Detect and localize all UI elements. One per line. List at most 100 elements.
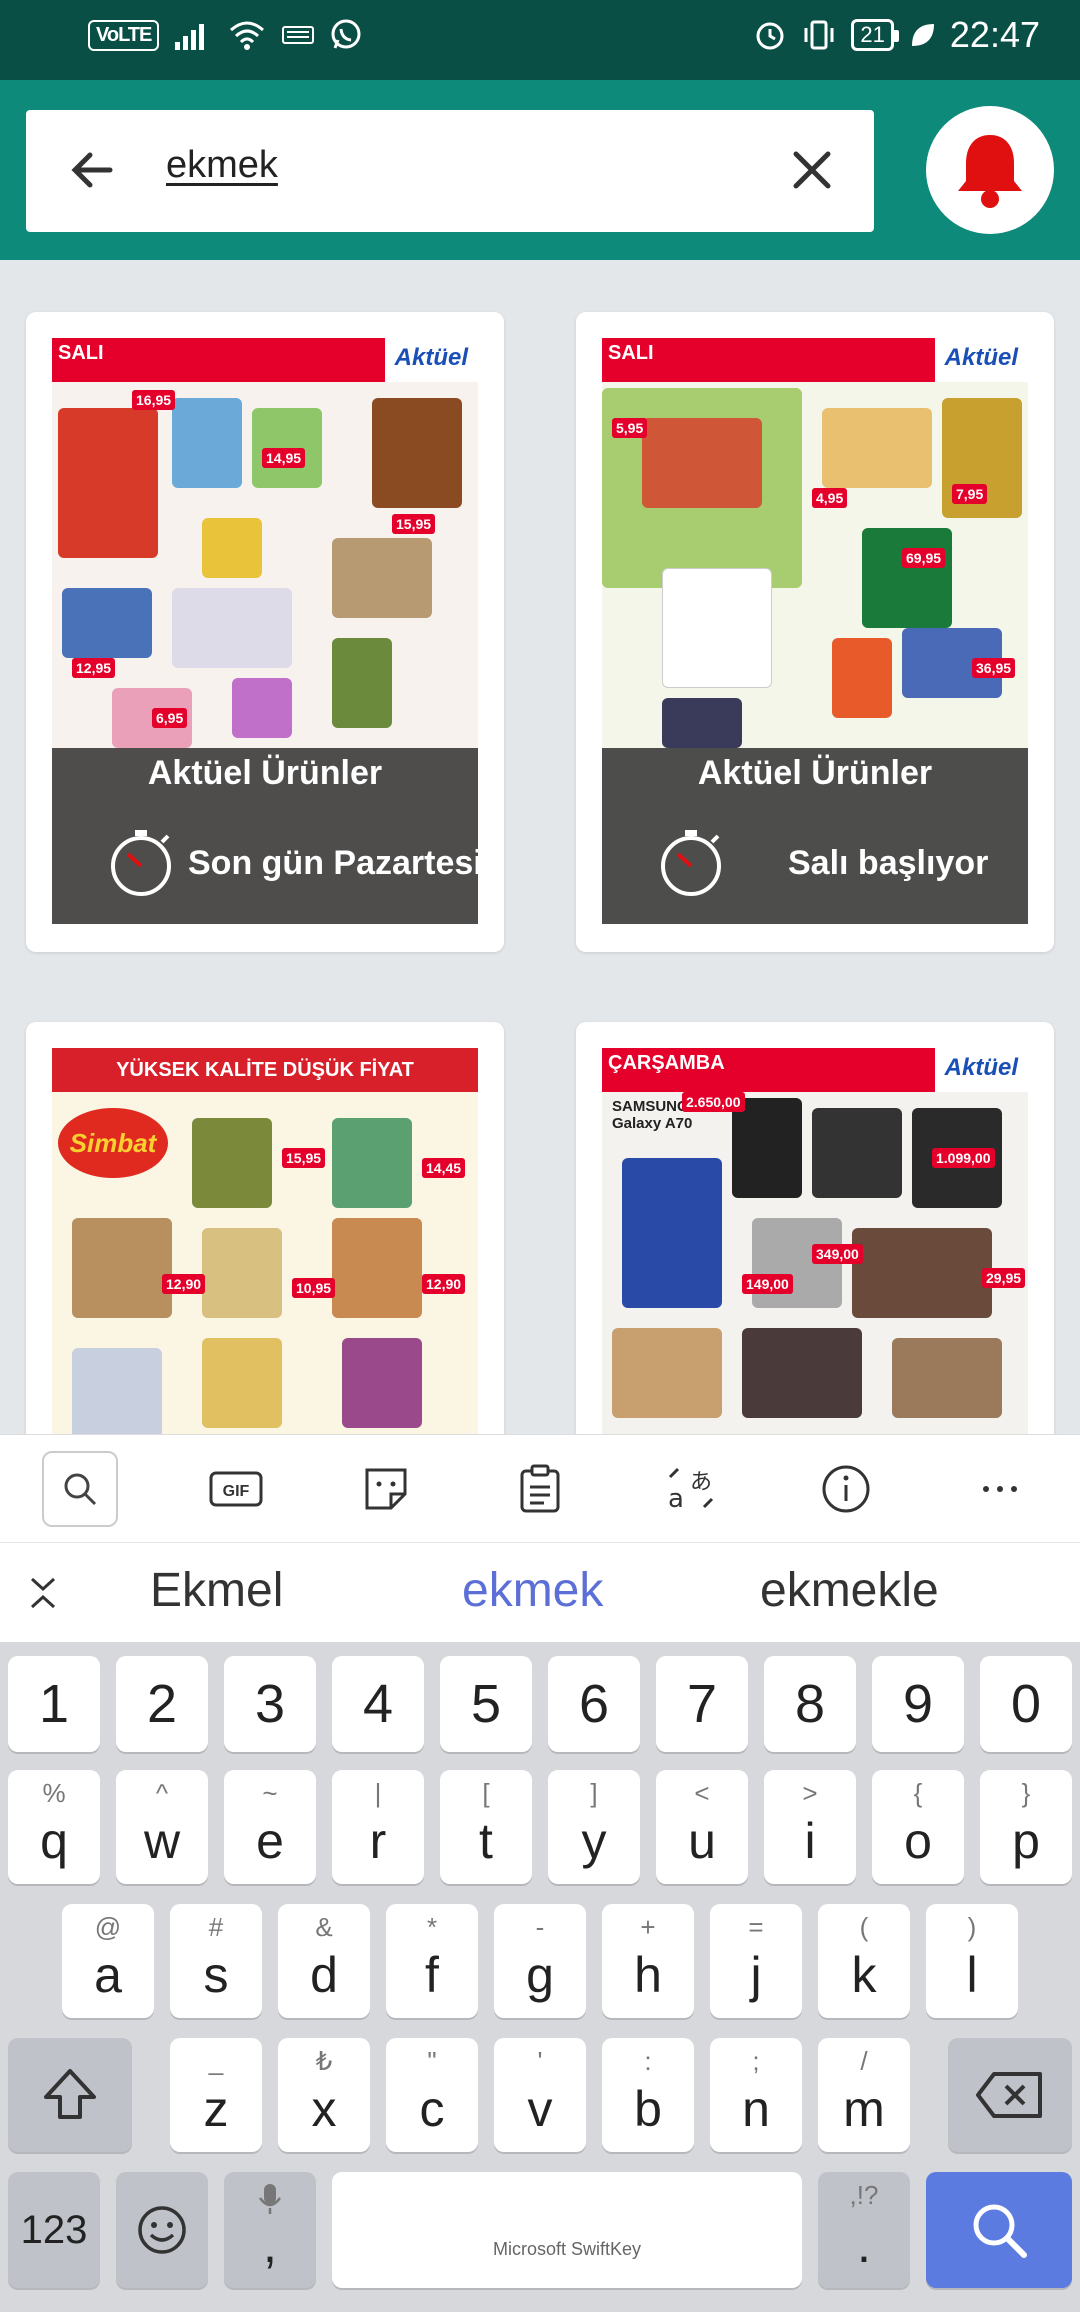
catalog-brand: Aktüel xyxy=(384,338,478,382)
key[interactable]: + h xyxy=(602,1904,694,2018)
more-button[interactable] xyxy=(970,1459,1030,1519)
keyboard-search-button[interactable] xyxy=(42,1451,118,1527)
leaf-icon xyxy=(911,24,934,46)
search-enter-key[interactable] xyxy=(926,2172,1072,2288)
suggestion[interactable]: ekmek xyxy=(462,1563,603,1618)
catalog-day: SALI xyxy=(608,342,654,364)
suggestion[interactable]: ekmekle xyxy=(760,1563,939,1618)
search-input[interactable]: ekmek xyxy=(166,144,278,187)
key[interactable]: 5 xyxy=(440,1656,532,1752)
whatsapp-icon xyxy=(331,19,361,49)
back-arrow-icon[interactable] xyxy=(62,140,122,200)
svg-text:a: a xyxy=(668,1484,684,1514)
key[interactable]: [t xyxy=(440,1770,532,1884)
sticker-icon xyxy=(365,1468,407,1510)
suggestion[interactable]: Ekmel xyxy=(150,1563,283,1618)
collapse-icon[interactable] xyxy=(26,1573,60,1613)
info-button[interactable] xyxy=(816,1459,876,1519)
key[interactable]: ' v xyxy=(494,2038,586,2152)
catalog-day: SALI xyxy=(58,342,104,364)
catalog-overlay: Aktüel Ürünler Salı başlıyor xyxy=(602,748,1028,924)
space-key[interactable]: Microsoft SwiftKey xyxy=(332,2172,802,2288)
key[interactable]: / m xyxy=(818,2038,910,2152)
key[interactable]: 4 xyxy=(332,1656,424,1752)
catalog-banner: YÜKSEK KALİTE DÜŞÜK FİYAT xyxy=(52,1048,478,1092)
svg-text:GIF: GIF xyxy=(223,1483,250,1500)
backspace-key[interactable] xyxy=(948,2038,1072,2152)
clipboard-button[interactable] xyxy=(510,1459,570,1519)
search-bar[interactable]: ekmek xyxy=(26,110,874,232)
key[interactable]: ~ e xyxy=(224,1770,316,1884)
translate-icon: aあ xyxy=(668,1467,714,1514)
key[interactable]: ₺ x xyxy=(278,2038,370,2152)
gif-icon: GIF xyxy=(209,1471,263,1507)
emoji-icon xyxy=(138,2206,186,2254)
key[interactable]: & d xyxy=(278,1904,370,2018)
catalog-thumbnail: ÇARŞAMBA Aktüel SAMSUNG Galaxy A70 2.650… xyxy=(602,1048,1028,1442)
key[interactable]: (k xyxy=(818,1904,910,2018)
key[interactable]: ; n xyxy=(710,2038,802,2152)
clear-icon[interactable] xyxy=(784,142,840,198)
key[interactable]: -g xyxy=(494,1904,586,2018)
microphone-icon xyxy=(258,2184,282,2214)
key[interactable]: 2 xyxy=(116,1656,208,1752)
catalog-brand: Aktüel xyxy=(934,338,1028,382)
key[interactable]: 3 xyxy=(224,1656,316,1752)
catalog-thumbnail: SALI Aktüel 16,95 14,95 15,95 12,95 6,95… xyxy=(52,338,478,924)
vibrate-icon xyxy=(804,20,834,50)
gif-button[interactable]: GIF xyxy=(206,1459,266,1519)
key[interactable]: {o xyxy=(872,1770,964,1884)
catalog-card[interactable]: SALI Aktüel 5,95 4,95 7,95 69,95 36,95 A… xyxy=(576,312,1054,952)
catalog-thumbnail: YÜKSEK KALİTE DÜŞÜK FİYAT Simbat 15,95 1… xyxy=(52,1048,478,1442)
backspace-icon xyxy=(976,2072,1042,2118)
key[interactable]: 9 xyxy=(872,1656,964,1752)
bell-icon xyxy=(958,135,1022,208)
key[interactable]: @ a xyxy=(62,1904,154,2018)
key[interactable]: # s xyxy=(170,1904,262,2018)
catalog-card[interactable]: YÜKSEK KALİTE DÜŞÜK FİYAT Simbat 15,95 1… xyxy=(26,1022,504,1442)
sticker-button[interactable] xyxy=(356,1459,416,1519)
key[interactable]: % q xyxy=(8,1770,100,1884)
key[interactable]: ) l xyxy=(926,1904,1018,2018)
key[interactable]: 8 xyxy=(764,1656,856,1752)
catalog-brand: Aktüel xyxy=(934,1048,1028,1092)
more-icon xyxy=(983,1486,1017,1492)
key[interactable]: > i xyxy=(764,1770,856,1884)
key[interactable]: ^ w xyxy=(116,1770,208,1884)
shift-key[interactable] xyxy=(8,2038,132,2152)
key[interactable]: :b xyxy=(602,2038,694,2152)
key[interactable]: _ z xyxy=(170,2038,262,2152)
catalog-status: Salı başlıyor xyxy=(788,843,989,882)
clipboard-icon xyxy=(520,1464,560,1513)
key[interactable]: } p xyxy=(980,1770,1072,1884)
timer-icon xyxy=(111,830,171,896)
key[interactable]: ] y xyxy=(548,1770,640,1884)
status-bar: VoLTE 21 22:47 xyxy=(0,0,1080,80)
key[interactable]: 0 xyxy=(980,1656,1072,1752)
period-key[interactable]: ,!? . xyxy=(818,2172,910,2288)
key[interactable]: 1 xyxy=(8,1656,100,1752)
key[interactable]: " c xyxy=(386,2038,478,2152)
key[interactable]: = j xyxy=(710,1904,802,2018)
key[interactable]: | r xyxy=(332,1770,424,1884)
key[interactable]: * f xyxy=(386,1904,478,2018)
key[interactable]: 6 xyxy=(548,1656,640,1752)
timer-icon xyxy=(661,830,721,896)
comma-key[interactable]: , xyxy=(224,2172,316,2288)
catalog-card[interactable]: ÇARŞAMBA Aktüel SAMSUNG Galaxy A70 2.650… xyxy=(576,1022,1054,1442)
signal-icon xyxy=(175,24,205,50)
emoji-key[interactable] xyxy=(116,2172,208,2288)
key[interactable]: < u xyxy=(656,1770,748,1884)
catalog-day: ÇARŞAMBA xyxy=(608,1052,725,1074)
catalog-overlay: Aktüel Ürünler Son gün Pazartesi xyxy=(52,748,478,924)
numbers-mode-key[interactable]: 123 xyxy=(8,2172,100,2288)
translate-button[interactable]: aあ xyxy=(662,1459,722,1519)
notifications-button[interactable] xyxy=(926,106,1054,234)
search-icon xyxy=(64,1473,97,1506)
key[interactable]: 7 xyxy=(656,1656,748,1752)
info-icon xyxy=(822,1465,870,1513)
wifi-icon xyxy=(230,21,265,50)
keyboard-status-icon xyxy=(282,26,315,44)
svg-text:あ: あ xyxy=(690,1470,712,1495)
catalog-card[interactable]: SALI Aktüel 16,95 14,95 15,95 12,95 6,95… xyxy=(26,312,504,952)
